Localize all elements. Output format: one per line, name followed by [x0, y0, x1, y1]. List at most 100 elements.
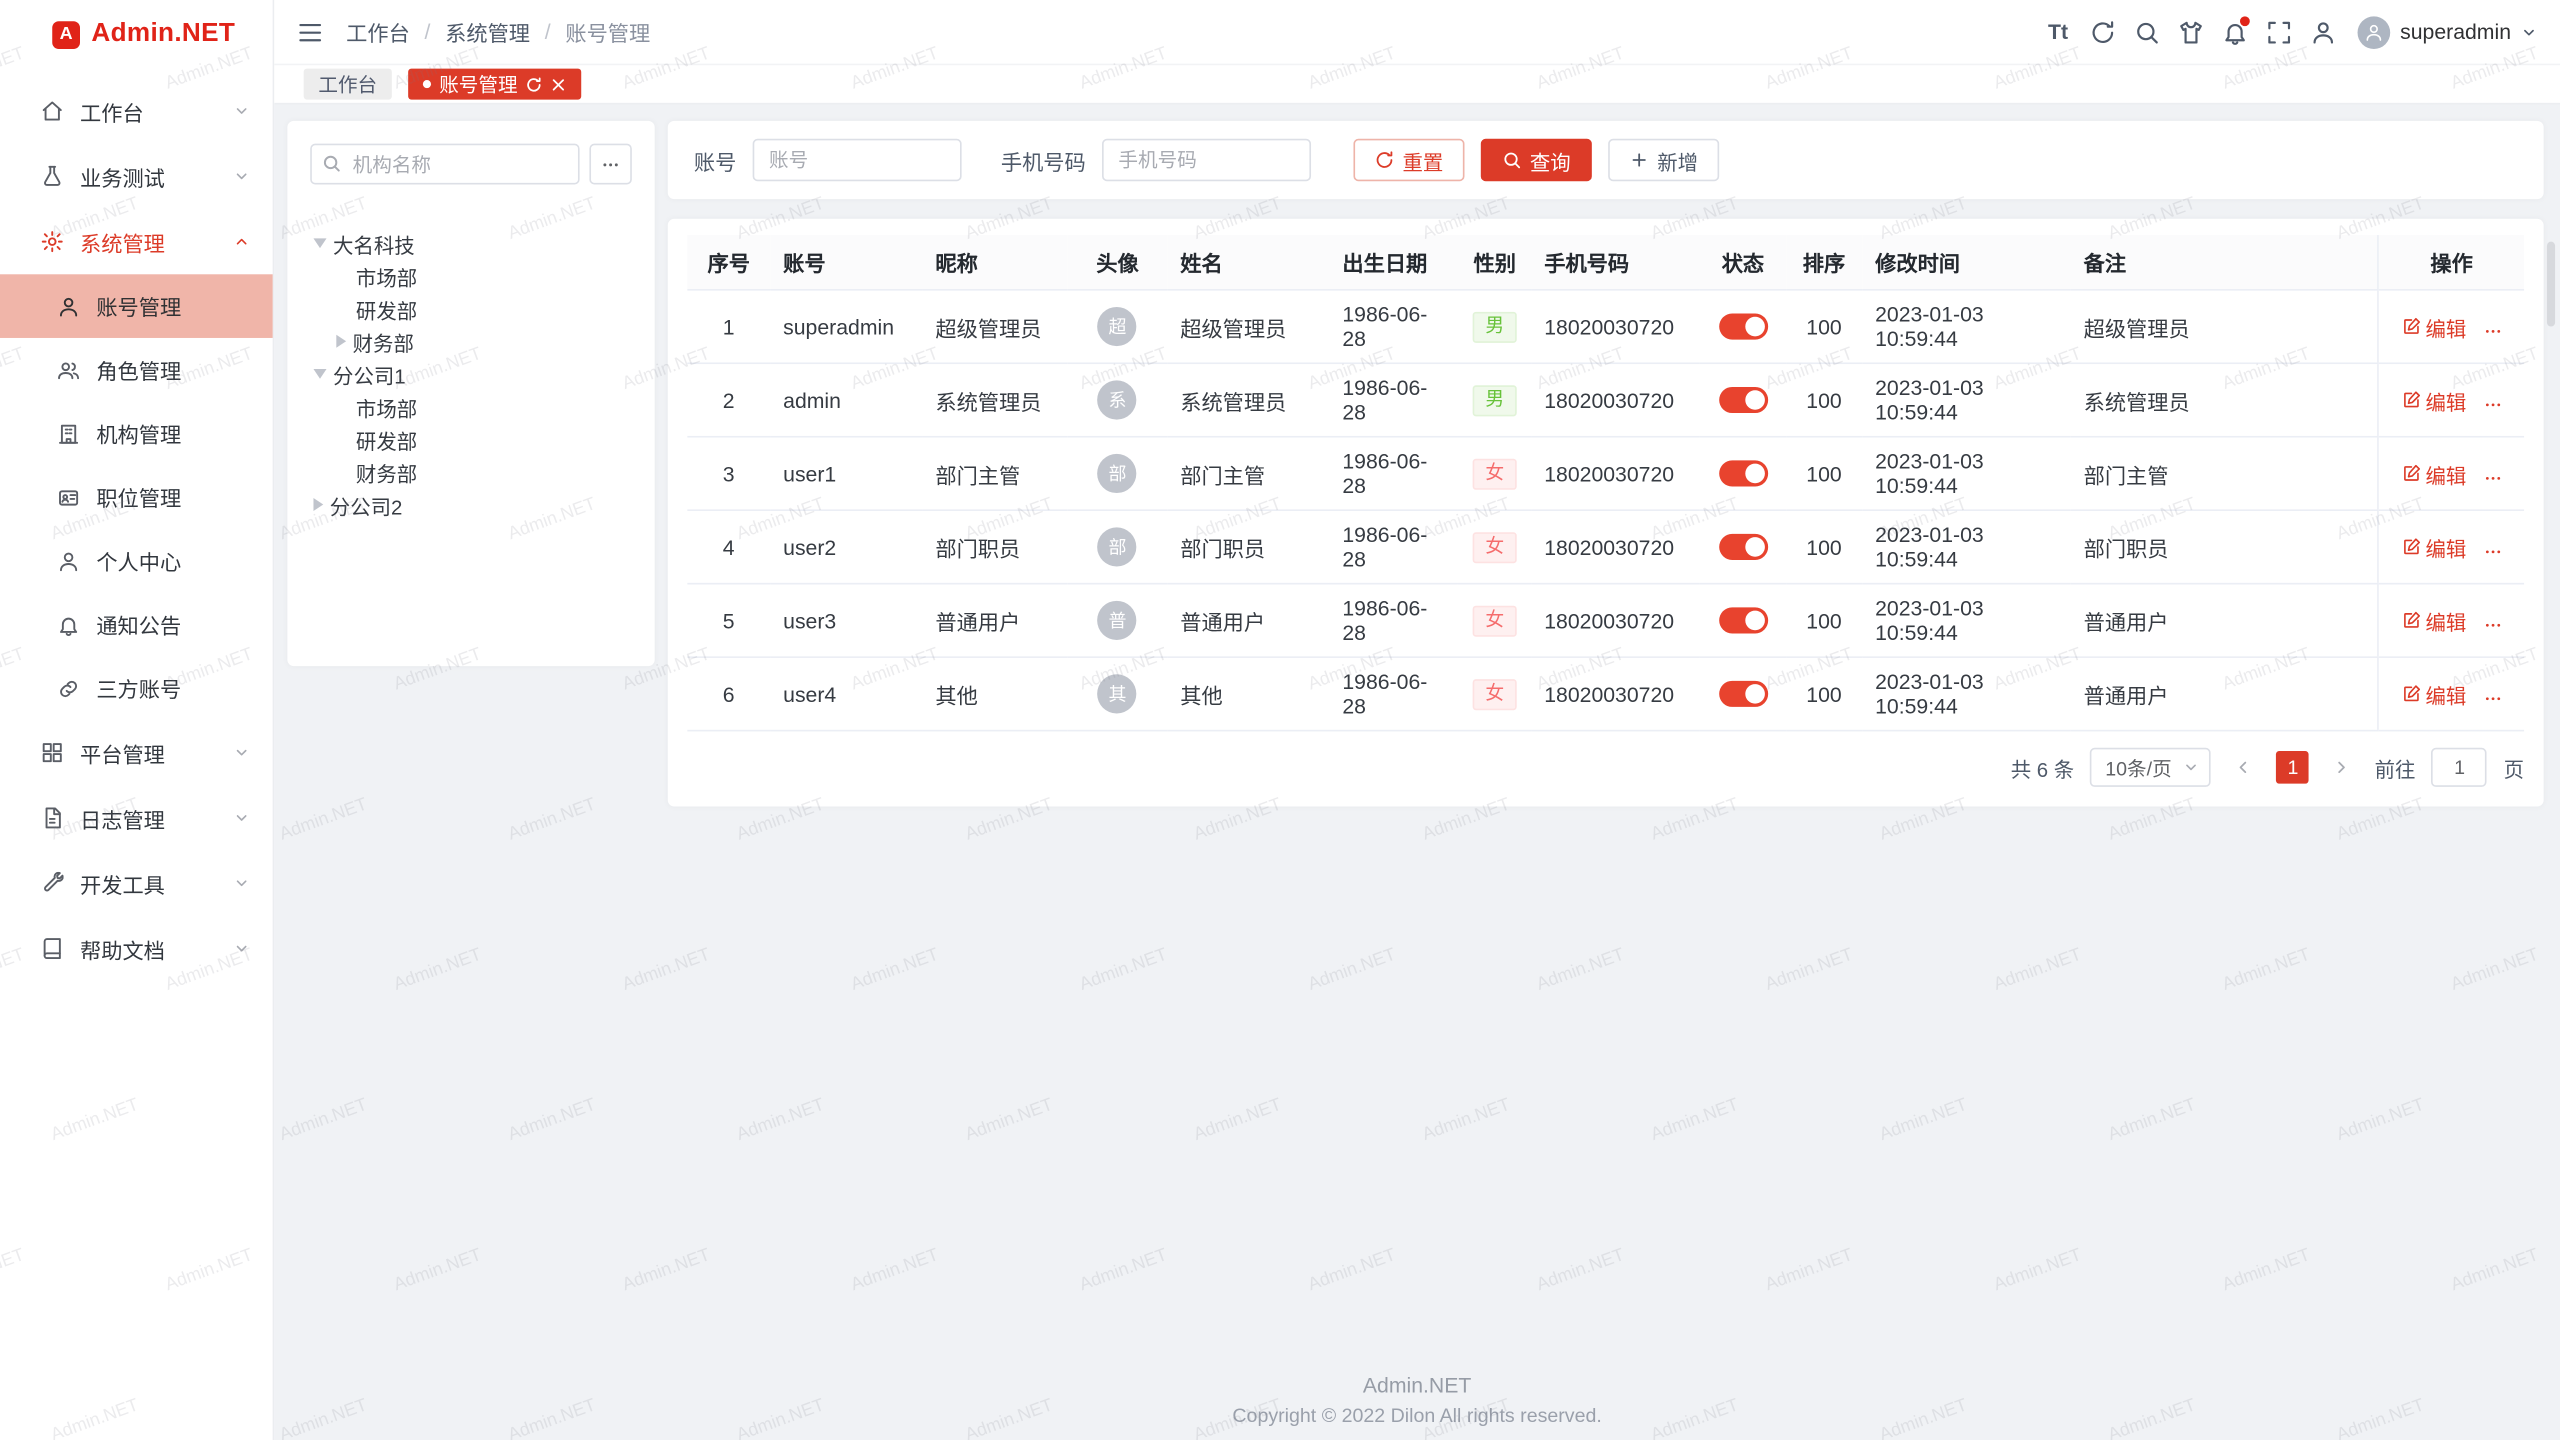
tab-workbench[interactable]: 工作台 — [304, 69, 392, 100]
cell-gender: 男 — [1458, 363, 1531, 436]
caret-down-icon[interactable] — [313, 238, 326, 248]
column-header: 性别 — [1458, 235, 1531, 290]
fullscreen-icon[interactable] — [2256, 10, 2300, 54]
more-actions-button[interactable] — [2483, 615, 2503, 635]
edit-button[interactable]: 编辑 — [2401, 311, 2466, 342]
tree-node-label: 研发部 — [356, 424, 417, 455]
cell-no: 1 — [687, 290, 770, 363]
edit-button[interactable]: 编辑 — [2401, 458, 2466, 489]
sidebar-item-business-test[interactable]: 业务测试 — [0, 144, 273, 209]
status-toggle[interactable] — [1718, 387, 1767, 413]
cell-phone: 18020030720 — [1531, 363, 1700, 436]
profile-icon[interactable] — [2301, 10, 2345, 54]
sidebar-item-third-party[interactable]: 三方账号 — [0, 656, 273, 720]
avatar: 超 — [1098, 307, 1137, 346]
sidebar-item-account-mgmt[interactable]: 账号管理 — [0, 274, 273, 338]
scrollbar-thumb[interactable] — [2547, 242, 2555, 327]
avatar: 部 — [1098, 527, 1137, 566]
breadcrumb-item[interactable]: 工作台 — [346, 16, 410, 47]
font-size-icon[interactable]: Tt — [2036, 10, 2080, 54]
phone-input[interactable] — [1102, 139, 1311, 181]
tree-node[interactable]: 大名科技 — [310, 227, 632, 260]
sidebar-item-help[interactable]: 帮助文档 — [0, 916, 273, 981]
hamburger-menu-icon[interactable] — [297, 19, 323, 45]
sidebar-item-system[interactable]: 系统管理 — [0, 209, 273, 274]
more-actions-button[interactable] — [2483, 541, 2503, 561]
chevron-down-icon — [233, 940, 249, 956]
more-actions-button[interactable] — [2483, 394, 2503, 414]
tree-node[interactable]: 研发部 — [310, 292, 632, 325]
reset-button[interactable]: 重置 — [1354, 139, 1465, 181]
account-input[interactable] — [753, 139, 962, 181]
status-toggle[interactable] — [1718, 608, 1767, 634]
theme-icon[interactable] — [2168, 10, 2212, 54]
page-number-button[interactable]: 1 — [2277, 751, 2310, 784]
status-toggle[interactable] — [1718, 681, 1767, 707]
tree-node[interactable]: 分公司1 — [310, 358, 632, 391]
caret-right-icon[interactable] — [313, 498, 323, 511]
sidebar-item-workbench[interactable]: 工作台 — [0, 78, 273, 143]
more-actions-button[interactable] — [2483, 468, 2503, 488]
org-more-button[interactable] — [589, 144, 631, 185]
more-actions-button[interactable] — [2483, 321, 2503, 341]
sidebar-item-personal-center[interactable]: 个人中心 — [0, 529, 273, 593]
sidebar-item-position-mgmt[interactable]: 职位管理 — [0, 465, 273, 529]
sidebar: A Admin.NET 工作台 业务测试 系统管理 — [0, 0, 274, 1440]
status-toggle[interactable] — [1718, 461, 1767, 487]
caret-down-icon[interactable] — [313, 369, 326, 379]
sidebar-item-platform[interactable]: 平台管理 — [0, 720, 273, 785]
gender-badge: 女 — [1472, 678, 1517, 709]
goto-page-input[interactable] — [2432, 748, 2488, 787]
right-column: 账号 手机号码 重置 查询 新增 — [668, 121, 2544, 1440]
column-header: 状态 — [1700, 235, 1786, 290]
cell-remark: 部门主管 — [2071, 437, 2379, 510]
filter-bar: 账号 手机号码 重置 查询 新增 — [668, 121, 2544, 199]
status-toggle[interactable] — [1718, 314, 1767, 340]
cell-account: user4 — [770, 657, 922, 730]
caret-right-icon[interactable] — [336, 335, 346, 348]
cell-operations: 编辑 — [2378, 363, 2524, 436]
cell-status — [1700, 584, 1786, 657]
search-icon[interactable] — [2124, 10, 2168, 54]
cell-phone: 18020030720 — [1531, 657, 1700, 730]
tree-node[interactable]: 财务部 — [310, 456, 632, 489]
edit-button[interactable]: 编辑 — [2401, 531, 2466, 562]
next-page-button[interactable] — [2326, 751, 2359, 784]
user-menu[interactable]: superadmin — [2358, 16, 2537, 49]
tab-close-icon[interactable] — [550, 76, 566, 92]
status-toggle[interactable] — [1718, 534, 1767, 560]
breadcrumb-item[interactable]: 系统管理 — [445, 16, 530, 47]
tab-refresh-icon[interactable] — [526, 76, 542, 92]
sidebar-item-org-mgmt[interactable]: 机构管理 — [0, 402, 273, 466]
cell-account: superadmin — [770, 290, 922, 363]
main-area: 工作台 / 系统管理 / 账号管理 Tt superadmin — [274, 0, 2560, 1440]
search-button[interactable]: 查询 — [1481, 139, 1592, 181]
cell-status — [1700, 363, 1786, 436]
prev-page-button[interactable] — [2228, 751, 2261, 784]
sidebar-item-role-mgmt[interactable]: 角色管理 — [0, 338, 273, 402]
column-header: 序号 — [687, 235, 770, 290]
tree-node[interactable]: 市场部 — [310, 260, 632, 293]
edit-button[interactable]: 编辑 — [2401, 605, 2466, 636]
notification-bell-icon[interactable] — [2212, 10, 2256, 54]
app-logo[interactable]: A Admin.NET — [0, 0, 273, 69]
plus-icon — [1629, 150, 1649, 170]
page-size-select[interactable]: 10条/页 — [2091, 748, 2212, 787]
goto-unit-label: 页 — [2504, 752, 2524, 783]
refresh-icon[interactable] — [2080, 10, 2124, 54]
sidebar-item-log[interactable]: 日志管理 — [0, 785, 273, 850]
tree-node[interactable]: 财务部 — [310, 325, 632, 358]
org-search-input[interactable] — [310, 144, 579, 185]
tree-node[interactable]: 分公司2 — [310, 488, 632, 521]
edit-button[interactable]: 编辑 — [2401, 678, 2466, 709]
more-actions-button[interactable] — [2483, 688, 2503, 708]
edit-button[interactable]: 编辑 — [2401, 384, 2466, 415]
tab-account-mgmt[interactable]: 账号管理 — [408, 69, 581, 100]
sidebar-item-notice[interactable]: 通知公告 — [0, 593, 273, 657]
tree-node[interactable]: 研发部 — [310, 423, 632, 456]
org-search — [310, 144, 579, 185]
sidebar-item-devtools[interactable]: 开发工具 — [0, 851, 273, 916]
tree-node[interactable]: 市场部 — [310, 390, 632, 423]
table-row: 4 user2 部门职员 部 部门职员 1986-06-28 女 1802003… — [687, 510, 2524, 583]
add-button[interactable]: 新增 — [1608, 139, 1719, 181]
